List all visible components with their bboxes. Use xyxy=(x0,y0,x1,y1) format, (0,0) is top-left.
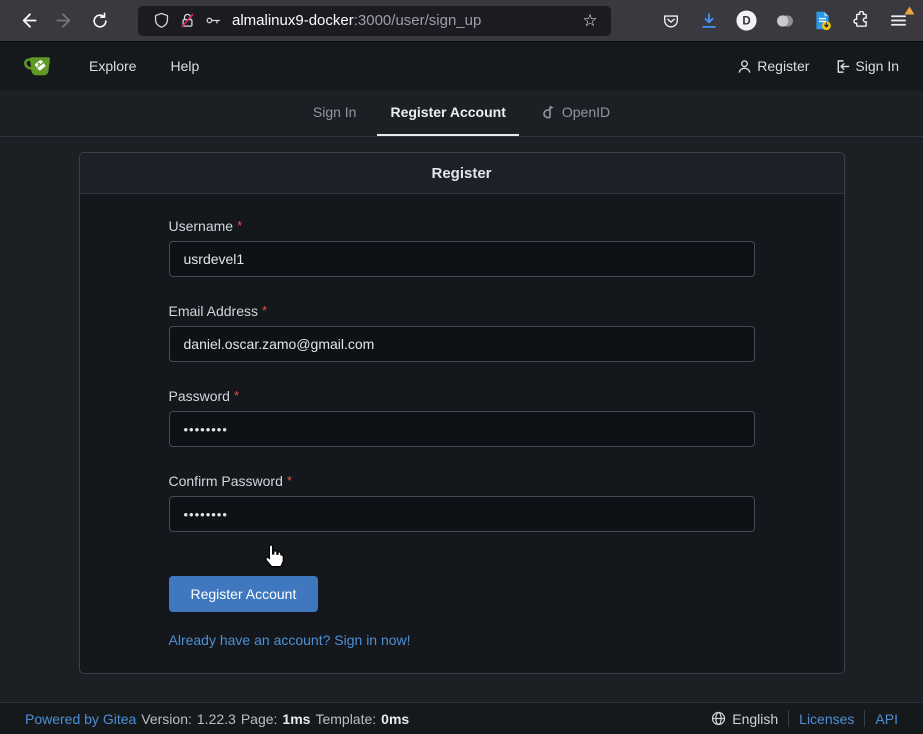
url-host: almalinux9-docker xyxy=(232,12,354,29)
sign-in-now-link[interactable]: Already have an account? Sign in now! xyxy=(169,632,755,648)
language-label: English xyxy=(732,711,778,727)
footer-left: Powered by Gitea Version: 1.22.3 Page: 1… xyxy=(25,711,409,727)
auth-tabs: Sign In Register Account OpenID xyxy=(0,90,923,137)
licenses-link[interactable]: Licenses xyxy=(799,711,854,727)
globe-icon xyxy=(711,711,726,726)
back-arrow-icon xyxy=(19,11,38,30)
toolbar-extensions: D xyxy=(658,8,913,33)
nav-help-label: Help xyxy=(170,58,199,74)
page-time-label: Page: xyxy=(241,711,278,727)
footer-divider xyxy=(788,710,789,727)
tab-sign-in[interactable]: Sign In xyxy=(300,90,370,136)
footer-divider xyxy=(864,710,865,727)
confirm-password-input[interactable] xyxy=(169,496,755,532)
browser-toolbar: almalinux9-docker:3000/user/sign_up ☆ D xyxy=(0,0,923,42)
nav-help[interactable]: Help xyxy=(170,58,199,74)
url-bar[interactable]: almalinux9-docker:3000/user/sign_up ☆ xyxy=(138,6,611,36)
version-value: 1.22.3 xyxy=(197,711,236,727)
password-input[interactable] xyxy=(169,411,755,447)
url-text: almalinux9-docker:3000/user/sign_up xyxy=(232,12,577,29)
required-asterisk: * xyxy=(234,388,239,403)
gitea-navbar: Explore Help Register Sign In xyxy=(0,42,923,90)
pocket-icon[interactable] xyxy=(658,8,683,33)
bookmark-star-icon[interactable]: ☆ xyxy=(577,8,603,34)
tab-register-account-label: Register Account xyxy=(390,104,505,120)
register-box-header: Register xyxy=(80,153,844,194)
register-account-button[interactable]: Register Account xyxy=(169,576,319,612)
nav-explore[interactable]: Explore xyxy=(89,58,136,74)
email-label-text: Email Address xyxy=(169,303,258,319)
powered-by-gitea-link[interactable]: Powered by Gitea xyxy=(25,711,136,727)
email-input[interactable] xyxy=(169,326,755,362)
template-time-value: 0ms xyxy=(381,711,409,727)
password-label-text: Password xyxy=(169,388,230,404)
nav-sign-in-label: Sign In xyxy=(855,58,899,74)
password-label: Password * xyxy=(169,388,755,404)
tab-openid-label: OpenID xyxy=(562,104,610,120)
duckduckgo-extension-icon[interactable]: D xyxy=(734,8,759,33)
page-time-value: 1ms xyxy=(282,711,310,727)
register-form: Username* Email Address* Password* Confi… xyxy=(80,194,844,673)
nav-register[interactable]: Register xyxy=(737,58,809,74)
tab-openid[interactable]: OpenID xyxy=(527,90,623,136)
key-icon[interactable] xyxy=(200,8,226,34)
sign-in-icon xyxy=(835,59,850,74)
nav-register-label: Register xyxy=(757,58,809,74)
page-content: Register Username* Email Address* Passwo… xyxy=(0,137,923,702)
email-field-group: Email Address * xyxy=(169,303,755,362)
required-asterisk: * xyxy=(237,218,242,233)
navbar-right: Register Sign In xyxy=(737,58,899,74)
insecure-lock-icon[interactable] xyxy=(174,8,200,34)
save-page-extension-icon[interactable] xyxy=(810,8,835,33)
forward-button[interactable] xyxy=(48,6,80,36)
required-asterisk: * xyxy=(287,473,292,488)
privacy-extension-icon[interactable] xyxy=(772,8,797,33)
menu-hamburger-icon[interactable] xyxy=(886,8,911,33)
language-selector[interactable]: English xyxy=(711,711,778,727)
password-field-group: Password * xyxy=(169,388,755,447)
browser-window: almalinux9-docker:3000/user/sign_up ☆ D xyxy=(0,0,923,734)
api-link[interactable]: API xyxy=(875,711,898,727)
footer: Powered by Gitea Version: 1.22.3 Page: 1… xyxy=(0,702,923,734)
nav-sign-in[interactable]: Sign In xyxy=(835,58,899,74)
confirm-password-field-group: Confirm Password * xyxy=(169,473,755,532)
template-time-label: Template: xyxy=(315,711,376,727)
username-label: Username* xyxy=(169,218,755,234)
back-button[interactable] xyxy=(12,6,44,36)
url-path: :3000/user/sign_up xyxy=(354,12,482,29)
forward-arrow-icon xyxy=(55,11,74,30)
reload-icon xyxy=(91,12,109,30)
register-box: Register Username* Email Address* Passwo… xyxy=(79,152,845,674)
nav-explore-label: Explore xyxy=(89,58,136,74)
email-label: Email Address * xyxy=(169,303,755,319)
confirm-password-label-text: Confirm Password xyxy=(169,473,283,489)
downloads-icon[interactable] xyxy=(696,8,721,33)
required-asterisk: * xyxy=(262,303,267,318)
username-field-group: Username* xyxy=(169,218,755,277)
menu-alert-badge xyxy=(904,6,915,15)
svg-text:D: D xyxy=(742,16,750,28)
gitea-logo[interactable] xyxy=(24,51,55,82)
reload-button[interactable] xyxy=(84,6,116,36)
shield-icon[interactable] xyxy=(148,8,174,34)
username-input[interactable] xyxy=(169,241,755,277)
tab-register-account[interactable]: Register Account xyxy=(377,90,518,136)
extensions-puzzle-icon[interactable] xyxy=(848,8,873,33)
username-label-text: Username xyxy=(169,218,234,234)
openid-icon xyxy=(540,104,555,120)
version-label: Version: xyxy=(141,711,192,727)
person-icon xyxy=(737,59,752,74)
tab-sign-in-label: Sign In xyxy=(313,104,357,120)
footer-right: English Licenses API xyxy=(711,710,898,727)
confirm-password-label: Confirm Password * xyxy=(169,473,755,489)
register-title: Register xyxy=(431,165,491,182)
